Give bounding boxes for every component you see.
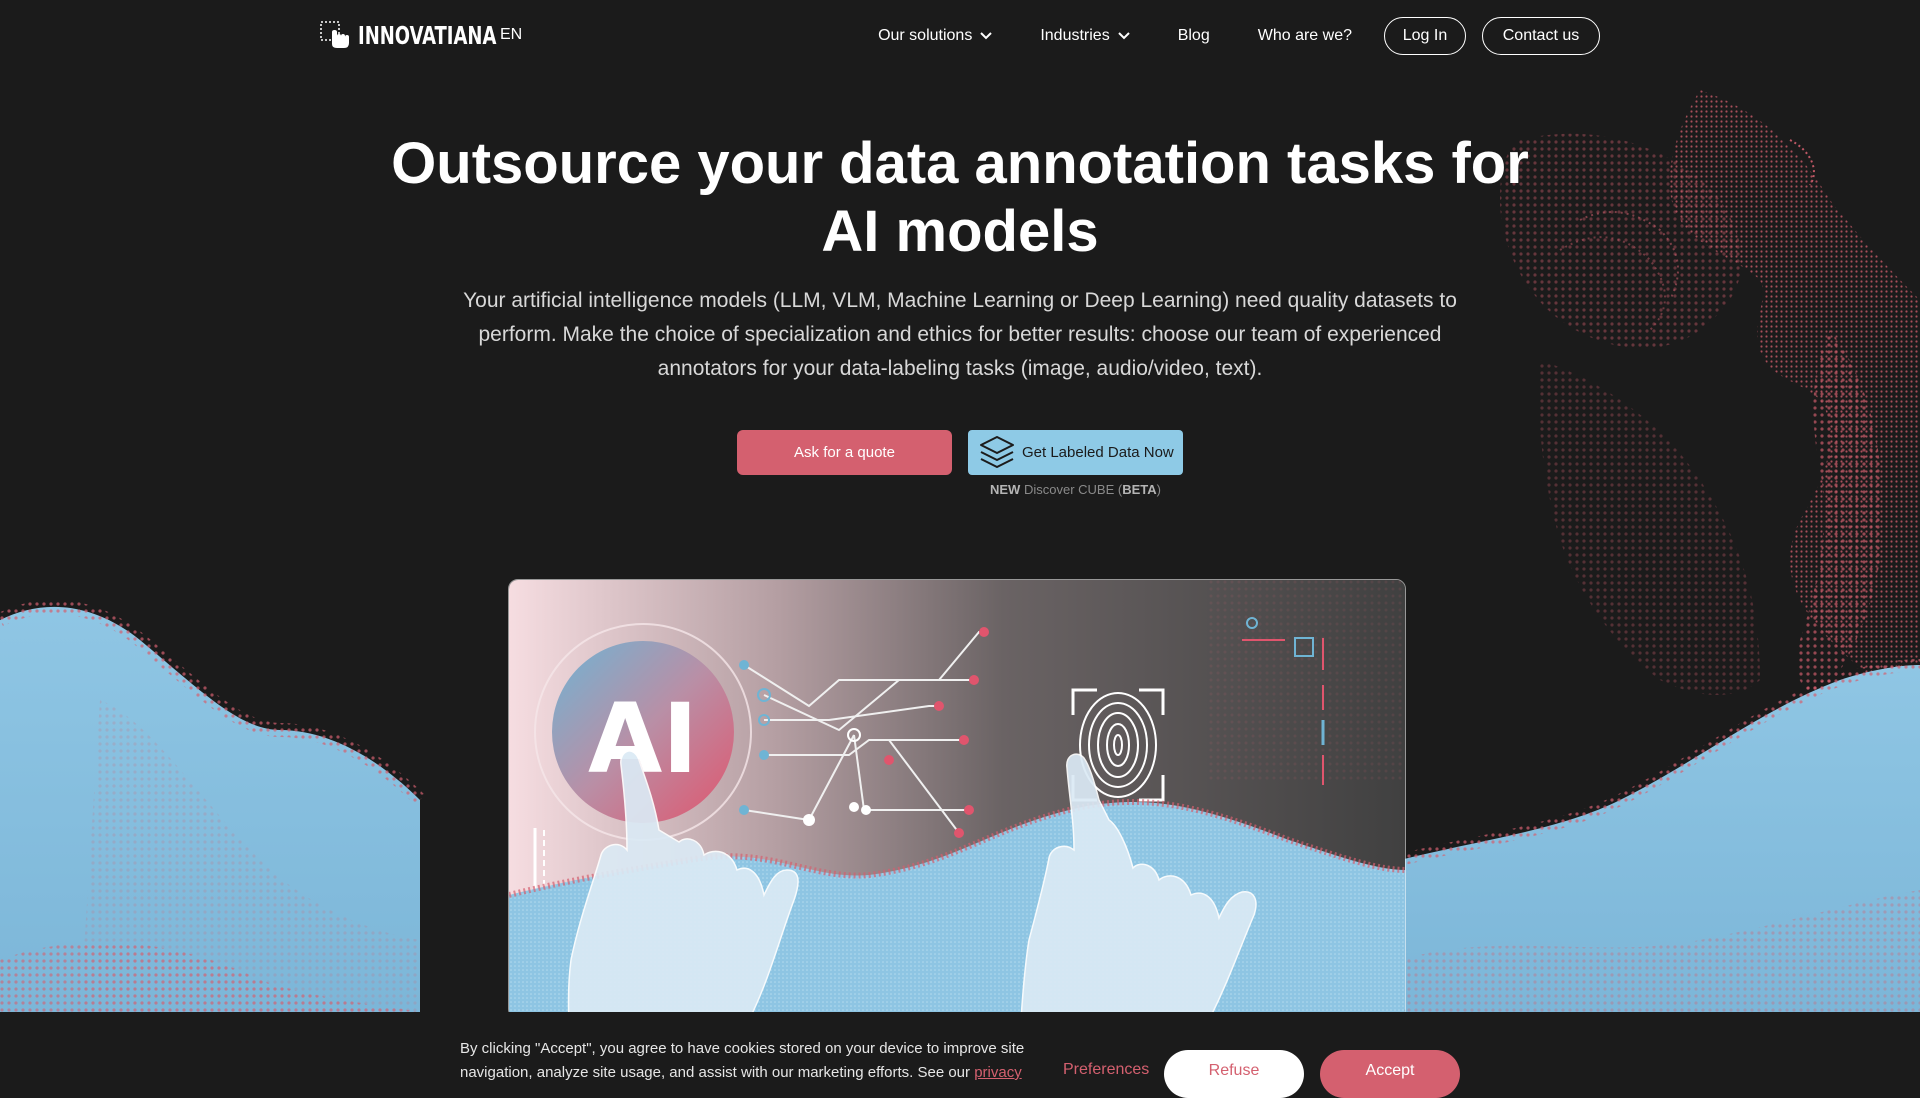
top-navigation: INNOVATIANA EN Our solutions Industries … (0, 0, 1920, 72)
cookie-consent-message: By clicking "Accept", you agree to have … (460, 1040, 1025, 1081)
nav-links: Our solutions Industries Blog Who are we… (878, 16, 1600, 56)
privacy-policy-link[interactable]: privacy (974, 1064, 1022, 1081)
cube-note-close: ) (1156, 482, 1161, 497)
dotted-wave-right (1398, 659, 1920, 1012)
beta-badge: BETA (1122, 482, 1157, 497)
hand-cursor-selection-icon (320, 21, 349, 48)
login-button[interactable]: Log In (1384, 17, 1466, 55)
hero-subtitle: Your artificial intelligence models (LLM… (463, 289, 1457, 380)
cookie-accept-button[interactable]: Accept (1320, 1050, 1460, 1098)
logo-text: INNOVATIANA (358, 20, 497, 50)
nav-item-solutions-label: Our solutions (878, 27, 973, 44)
nav-item-industries[interactable]: Industries (1040, 16, 1130, 56)
cube-note-text: Discover CUBE ( (1023, 482, 1123, 497)
hero-illustration: AI (508, 579, 1406, 1019)
layers-stack-icon (980, 435, 1014, 468)
get-labeled-data-label: Get Labeled Data Now (1022, 444, 1174, 461)
language-selector[interactable]: EN (500, 26, 522, 44)
get-labeled-data-button[interactable]: Get Labeled Data Now (968, 430, 1183, 475)
cookie-preferences-link[interactable]: Preferences (1063, 1061, 1149, 1079)
ask-quote-button[interactable]: Ask for a quote (737, 430, 952, 475)
hero-title: Outsource your data annotation tasks for… (391, 131, 1529, 264)
contact-button[interactable]: Contact us (1482, 17, 1600, 55)
cookie-banner: By clicking "Accept", you agree to have … (0, 1012, 1920, 1098)
nav-item-solutions[interactable]: Our solutions (878, 16, 993, 56)
chevron-down-icon (1117, 32, 1130, 40)
dotted-wave-left (0, 599, 425, 1012)
dotted-face-art (1500, 90, 1920, 700)
ai-illustration: AI (509, 580, 1405, 1018)
new-badge: NEW (990, 482, 1021, 497)
chevron-down-icon (980, 32, 993, 40)
cookie-refuse-button[interactable]: Refuse (1164, 1050, 1304, 1098)
nav-item-blog[interactable]: Blog (1178, 16, 1210, 56)
nav-item-who-are-we[interactable]: Who are we? (1258, 16, 1352, 56)
nav-item-industries-label: Industries (1040, 27, 1110, 44)
cube-beta-note: NEW Discover CUBE (BETA) (968, 482, 1183, 497)
cookie-consent-text: By clicking "Accept", you agree to have … (460, 1037, 1040, 1085)
